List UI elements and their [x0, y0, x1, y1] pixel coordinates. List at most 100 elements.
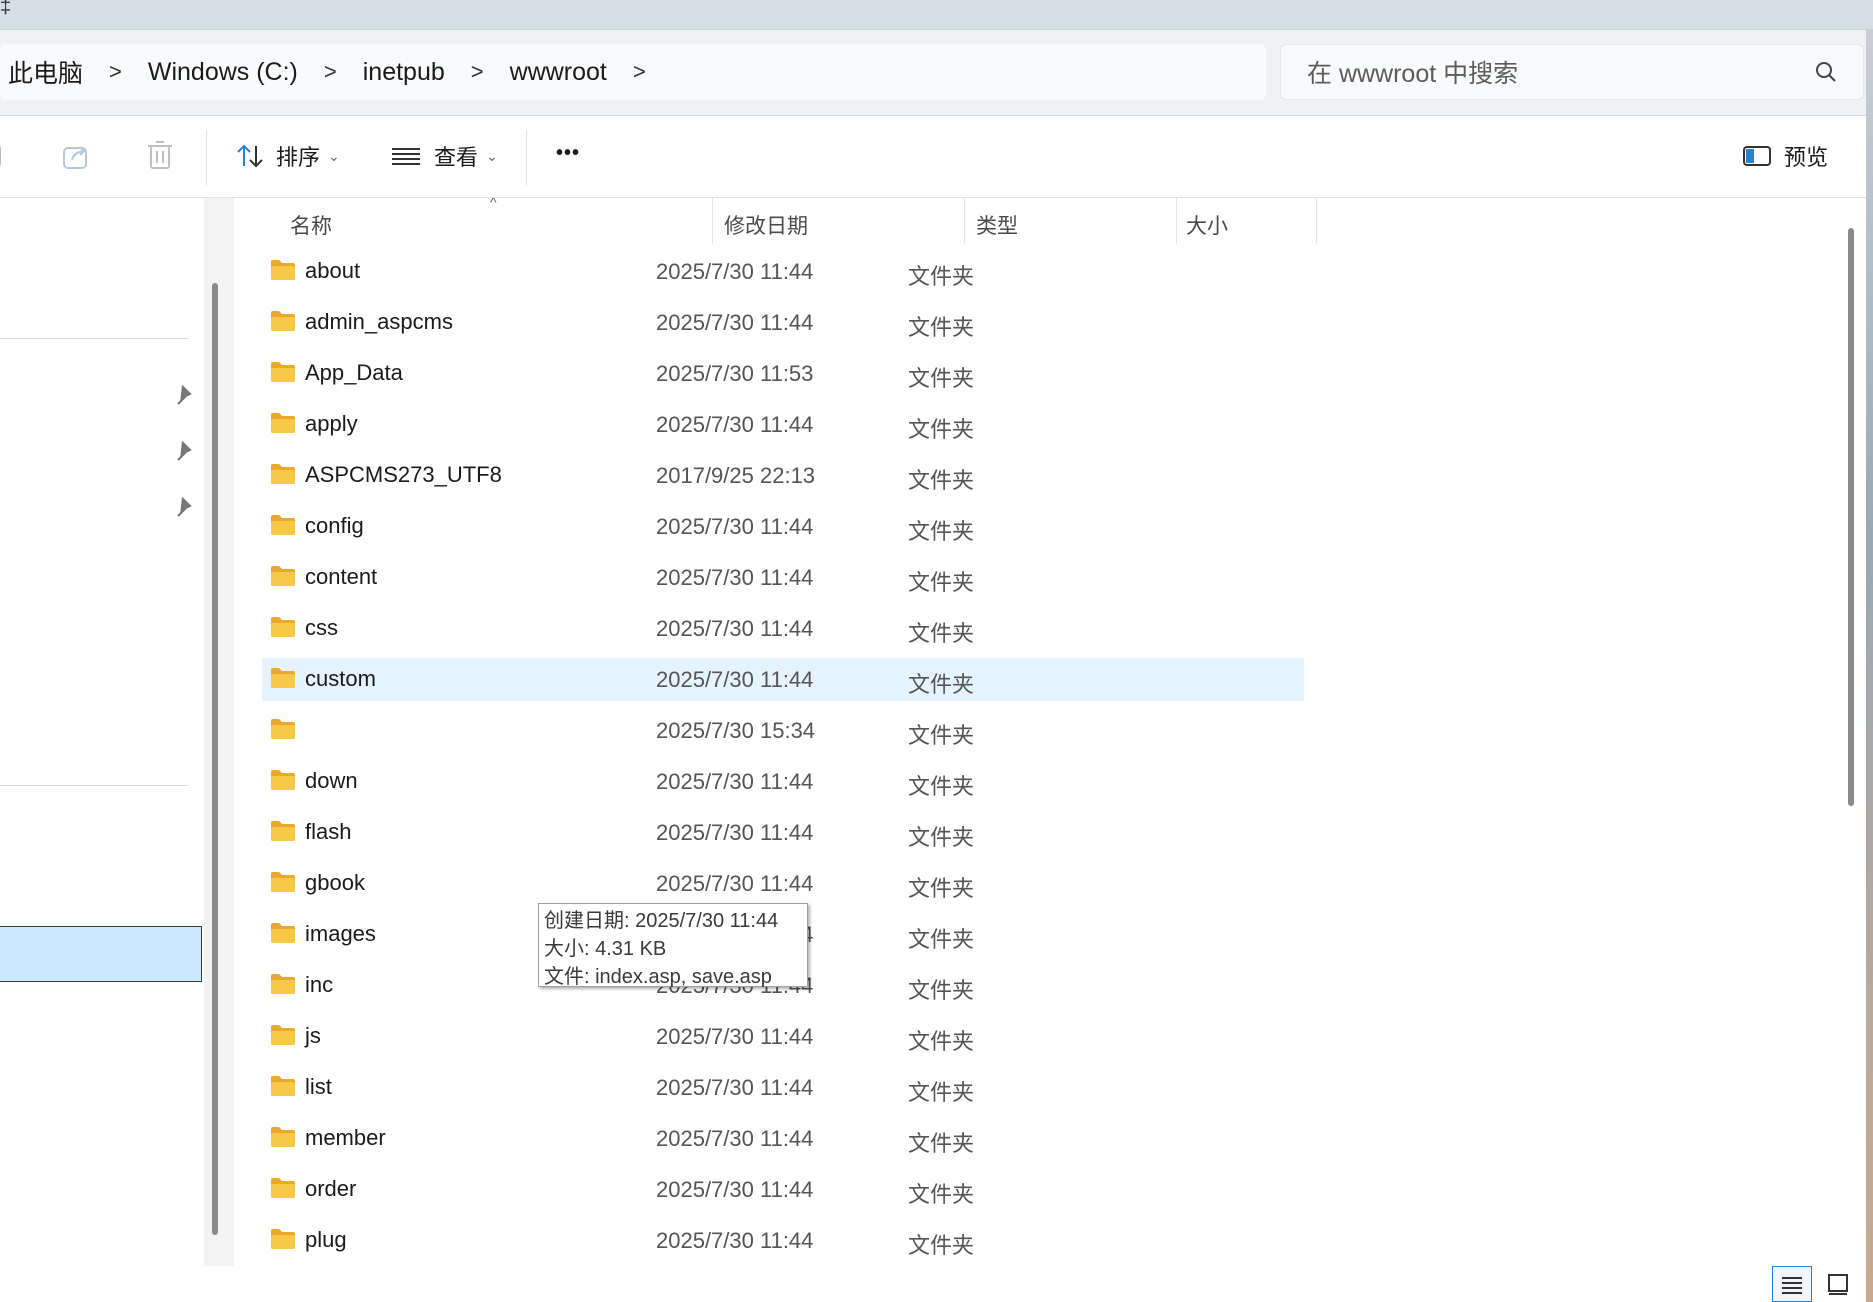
file-date: 2025/7/30 11:44 [656, 1228, 814, 1253]
file-type: 文件夹 [908, 774, 975, 799]
pin-icon[interactable] [176, 440, 194, 462]
file-type: 文件夹 [908, 570, 975, 595]
folder-icon [271, 872, 295, 892]
details-view-button[interactable] [1772, 1266, 1812, 1302]
file-row[interactable]: list 2025/7/30 11:44 文件夹 [262, 1066, 1304, 1109]
file-row[interactable]: plug 2025/7/30 11:44 文件夹 [262, 1219, 1304, 1262]
breadcrumb-item-inetpub[interactable]: inetpub [355, 58, 453, 87]
file-row[interactable]: App_Data 2025/7/30 11:53 文件夹 [262, 352, 1304, 395]
view-button[interactable]: 查看 ⌄ [392, 140, 498, 172]
file-name: css [305, 615, 338, 640]
file-name: list [305, 1074, 332, 1099]
navigation-pane[interactable] [0, 198, 204, 1266]
file-row[interactable]: admin_aspcms 2025/7/30 11:44 文件夹 [262, 301, 1304, 344]
sort-button[interactable]: 排序 ⌄ [234, 140, 340, 172]
column-header-name[interactable]: 名称 [290, 210, 332, 240]
folder-icon [271, 617, 295, 637]
file-date: 2025/7/30 11:44 [656, 871, 814, 896]
column-header-date[interactable]: 修改日期 [724, 210, 808, 240]
breadcrumb-item-drive-c[interactable]: Windows (C:) [140, 58, 306, 87]
nav-item-selected[interactable] [0, 926, 202, 982]
column-divider[interactable] [712, 198, 713, 244]
file-name: down [305, 768, 358, 793]
file-name: flash [305, 819, 352, 844]
file-type: 文件夹 [908, 621, 975, 646]
breadcrumb-separator[interactable]: > [453, 59, 502, 85]
copy-button[interactable] [0, 142, 8, 170]
view-label: 查看 [434, 145, 479, 170]
tooltip-size: 大小: 4.31 KB [544, 938, 667, 960]
delete-icon [148, 141, 172, 169]
file-type: 文件夹 [908, 876, 975, 901]
file-name: custom [305, 666, 376, 691]
file-type: 文件夹 [908, 1233, 975, 1258]
file-row[interactable]: css 2025/7/30 11:44 文件夹 [262, 607, 1304, 650]
file-list-scrollbar[interactable] [1848, 228, 1854, 806]
pin-icon[interactable] [176, 384, 194, 406]
file-date: 2025/7/30 11:44 [656, 1024, 814, 1049]
file-row[interactable]: config 2025/7/30 11:44 文件夹 [262, 505, 1304, 548]
file-row[interactable]: flash 2025/7/30 11:44 文件夹 [262, 811, 1304, 854]
folder-icon [271, 311, 295, 331]
folder-icon [271, 923, 295, 943]
tiles-view-button[interactable] [1818, 1266, 1858, 1302]
pin-icon[interactable] [176, 496, 194, 518]
file-row[interactable]: apply 2025/7/30 11:44 文件夹 [262, 403, 1304, 446]
file-date: 2025/7/30 15:34 [656, 718, 816, 743]
share-button[interactable] [60, 140, 92, 172]
file-name: apply [305, 411, 358, 436]
column-divider[interactable] [964, 198, 965, 244]
status-bar [0, 1266, 1873, 1302]
file-type: 文件夹 [908, 468, 975, 493]
preview-pane-button[interactable]: 预览 [1742, 140, 1828, 172]
breadcrumb-separator[interactable]: > [306, 59, 355, 85]
column-divider[interactable] [1176, 198, 1177, 244]
file-list: ^ 名称 修改日期 类型 大小 about 2025/7/30 11:44 文件夹 a… [234, 198, 1866, 1266]
title-bar: ‡ [0, 0, 1873, 30]
search-input[interactable]: 在 wwwroot 中搜索 [1280, 44, 1864, 100]
folder-tooltip: 创建日期: 2025/7/30 11:44 大小: 4.31 KB 文件: in… [538, 903, 808, 988]
folder-icon [271, 719, 295, 739]
breadcrumb-separator[interactable]: > [615, 59, 664, 85]
share-icon [63, 146, 87, 169]
folder-icon [271, 1229, 295, 1249]
column-header-type[interactable]: 类型 [976, 210, 1018, 240]
file-row[interactable]: 2025/7/30 15:34 文件夹 [262, 709, 1304, 752]
nav-divider [0, 785, 188, 786]
nav-splitter[interactable] [204, 198, 234, 1266]
folder-icon [271, 668, 295, 688]
address-bar-area: 此电脑 > Windows (C:) > inetpub > wwwroot >… [0, 30, 1873, 116]
breadcrumb-separator[interactable]: > [91, 59, 140, 85]
file-row[interactable]: order 2025/7/30 11:44 文件夹 [262, 1168, 1304, 1211]
folder-icon [271, 566, 295, 586]
search-icon[interactable] [1813, 59, 1839, 85]
folder-icon [271, 413, 295, 433]
more-button[interactable]: ••• [556, 142, 580, 165]
file-type: 文件夹 [908, 366, 975, 391]
breadcrumb-item-wwwroot[interactable]: wwwroot [502, 58, 615, 87]
file-row[interactable]: down 2025/7/30 11:44 文件夹 [262, 760, 1304, 803]
search-placeholder: 在 wwwroot 中搜索 [1307, 60, 1519, 88]
column-divider[interactable] [1316, 198, 1317, 244]
file-row[interactable]: ASPCMS273_UTF8 2017/9/25 22:13 文件夹 [262, 454, 1304, 497]
command-bar: 排序 ⌄ 查看 ⌄ ••• 预览 [0, 116, 1866, 198]
file-row[interactable]: content 2025/7/30 11:44 文件夹 [262, 556, 1304, 599]
file-date: 2025/7/30 11:44 [656, 514, 814, 539]
file-date: 2025/7/30 11:53 [656, 361, 814, 386]
breadcrumb[interactable]: 此电脑 > Windows (C:) > inetpub > wwwroot > [0, 44, 1266, 100]
file-row[interactable]: custom 2025/7/30 11:44 文件夹 [262, 658, 1304, 701]
file-row[interactable]: js 2025/7/30 11:44 文件夹 [262, 1015, 1304, 1058]
file-type: 文件夹 [908, 315, 975, 340]
file-date: 2025/7/30 11:44 [656, 769, 814, 794]
file-row[interactable]: member 2025/7/30 11:44 文件夹 [262, 1117, 1304, 1160]
nav-scrollbar[interactable] [212, 283, 218, 1235]
file-row[interactable]: about 2025/7/30 11:44 文件夹 [262, 250, 1304, 293]
file-type: 文件夹 [908, 1131, 975, 1156]
file-type: 文件夹 [908, 417, 975, 442]
delete-button[interactable] [144, 138, 176, 172]
chevron-down-icon: ⌄ [328, 147, 340, 164]
column-header-size[interactable]: 大小 [1186, 210, 1228, 240]
breadcrumb-item-this-pc[interactable]: 此电脑 [0, 54, 91, 90]
sort-ascending-icon: ^ [490, 198, 497, 210]
file-row[interactable]: gbook 2025/7/30 11:44 文件夹 [262, 862, 1304, 905]
